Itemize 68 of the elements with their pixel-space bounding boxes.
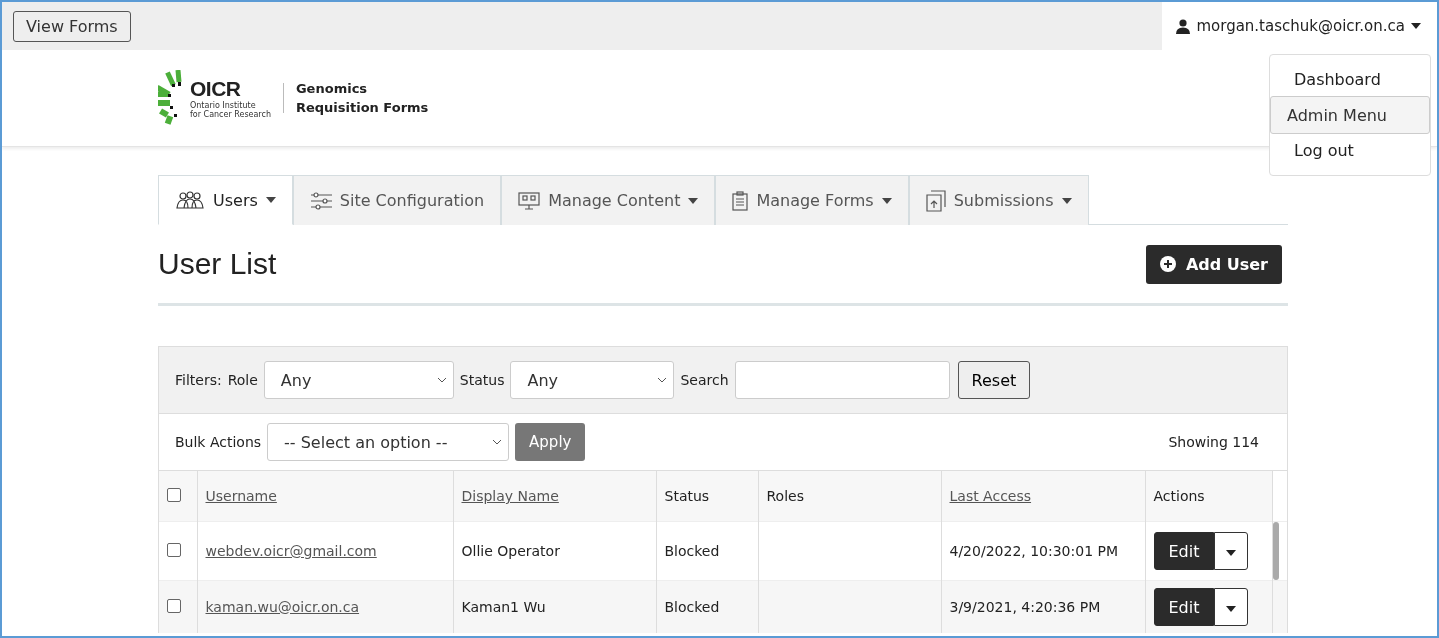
- chevron-down-icon: [492, 439, 503, 445]
- chevron-down-icon: [436, 377, 447, 383]
- monitor-icon: [518, 191, 541, 210]
- select-all-checkbox[interactable]: [167, 487, 181, 502]
- table-cell: Blocked: [664, 599, 720, 615]
- nav-tab[interactable]: Users: [158, 175, 293, 225]
- search-label: Search: [680, 372, 729, 388]
- status-label: Status: [459, 372, 505, 388]
- status-select[interactable]: Any: [510, 361, 675, 399]
- table-cell: Blocked: [664, 543, 720, 559]
- clipboard-icon: [732, 190, 749, 211]
- caret-icon: [1226, 549, 1237, 556]
- site-title: Requisition Forms: [295, 99, 429, 117]
- table-cell: 3/9/2021, 4:20:36 PM: [949, 599, 1101, 615]
- document-upload-icon: [925, 189, 946, 212]
- filters-label: Filters:: [175, 372, 222, 388]
- scrollbar-thumb[interactable]: [1273, 522, 1279, 580]
- caret-icon: [1411, 23, 1421, 29]
- row-checkbox[interactable]: [167, 542, 181, 557]
- email-link[interactable]: kaman.wu@oicr.on.ca: [205, 599, 360, 615]
- column-header: Status: [664, 488, 710, 504]
- menu-item[interactable]: Log out: [1270, 134, 1430, 167]
- nav-tab[interactable]: Manage Content: [501, 175, 716, 225]
- bulk-action-select[interactable]: -- Select an option --: [267, 423, 510, 461]
- view-forms-button[interactable]: View Forms: [13, 10, 131, 42]
- row-checkbox[interactable]: [167, 598, 181, 613]
- caret-icon: [265, 197, 276, 203]
- user-menu-toggle[interactable]: morgan.taschuk@oicr.on.ca: [1162, 2, 1437, 50]
- edit-button[interactable]: Edit: [1153, 588, 1215, 626]
- email-link[interactable]: webdev.oicr@gmail.com: [205, 543, 377, 559]
- sliders-icon: [309, 191, 332, 210]
- sort-link[interactable]: Display Name: [461, 488, 559, 504]
- reset-button[interactable]: Reset: [957, 361, 1031, 399]
- edit-button[interactable]: Edit: [1153, 532, 1215, 570]
- table-cell: 4/20/2022, 10:30:01 PM: [949, 543, 1119, 559]
- menu-item[interactable]: Dashboard: [1270, 63, 1430, 96]
- column-header: Roles: [766, 488, 804, 504]
- search-field[interactable]: [734, 361, 950, 399]
- plus-circle-icon: [1159, 256, 1176, 272]
- nav-tab[interactable]: Site Configuration: [292, 175, 502, 225]
- page-title: User List: [158, 247, 277, 281]
- menu-item[interactable]: Admin Menu: [1270, 96, 1430, 134]
- user-icon: [1176, 18, 1191, 34]
- actions-dropdown-button[interactable]: [1214, 588, 1249, 626]
- add-user-button[interactable]: Add User: [1145, 244, 1282, 284]
- apply-button[interactable]: Apply: [515, 423, 586, 461]
- logo-wordmark: OICR: [190, 77, 242, 101]
- role-label: Role: [227, 372, 258, 388]
- sort-link[interactable]: Last Access: [949, 488, 1032, 504]
- bulk-actions-label: Bulk Actions: [175, 434, 262, 450]
- sort-link[interactable]: Username: [205, 488, 277, 504]
- caret-icon: [1061, 197, 1072, 204]
- caret-icon: [688, 197, 699, 204]
- caret-icon: [881, 197, 892, 204]
- nav-tab[interactable]: Submissions: [908, 175, 1089, 225]
- actions-dropdown-button[interactable]: [1214, 532, 1249, 570]
- role-select[interactable]: Any: [263, 361, 454, 399]
- result-count: Showing 114: [1168, 434, 1259, 450]
- nav-tab[interactable]: Manage Forms: [715, 175, 909, 225]
- logo-subtitle: for Cancer Research: [190, 110, 271, 119]
- caret-icon: [1226, 605, 1237, 612]
- chevron-down-icon: [657, 377, 668, 383]
- table-cell: Ollie Operator: [461, 543, 560, 559]
- logo-subtitle: Ontario Institute: [190, 101, 257, 110]
- users-icon: [175, 191, 205, 209]
- column-header: Actions: [1153, 488, 1205, 504]
- table-cell: Kaman1 Wu: [461, 599, 546, 615]
- site-title: Genomics: [295, 80, 369, 98]
